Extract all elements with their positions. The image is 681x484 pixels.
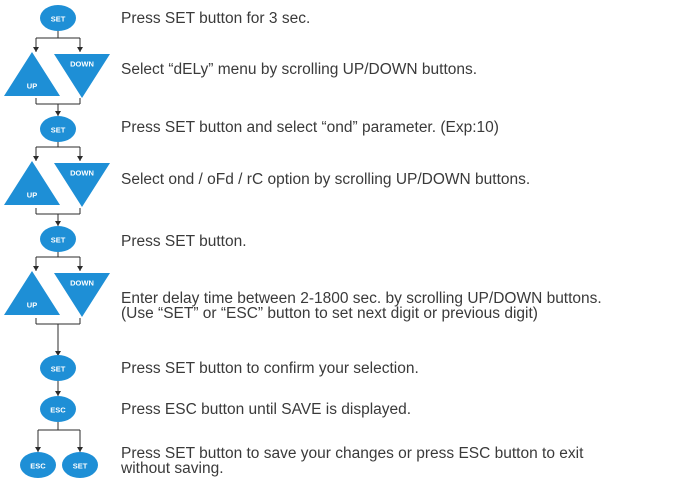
esc-button-label: ESC [50, 406, 66, 415]
arrowhead [77, 447, 83, 452]
step-1-text: Press SET button for 3 sec. [121, 10, 311, 27]
step-text-line: Press ESC button until SAVE is displayed… [121, 401, 412, 418]
step-text-line: (Use “SET” or “ESC” button to set next d… [121, 305, 538, 322]
arrowhead [35, 447, 41, 452]
step-text-line: Press SET button for 3 sec. [121, 10, 311, 27]
step-8-text: Press ESC button until SAVE is displayed… [121, 401, 412, 418]
step-4-text: Select ond / oFd / rC option by scrollin… [121, 171, 531, 188]
step-5-text: Press SET button. [121, 233, 247, 250]
step-9-text: Press SET button to save your changes or… [121, 445, 584, 477]
step-text-line: Select ond / oFd / rC option by scrollin… [121, 171, 531, 188]
arrowhead [77, 47, 83, 52]
set-button-label: SET [51, 126, 66, 135]
arrowhead [33, 266, 39, 271]
step-text-line: Press SET button to confirm your selecti… [121, 360, 419, 377]
arrowhead [77, 156, 83, 161]
set-button-label: SET [51, 15, 66, 24]
step-3-text: Press SET button and select “ond” parame… [121, 119, 499, 136]
step-2-text: Select “dELy” menu by scrolling UP/DOWN … [121, 61, 478, 78]
step-text-line: Press SET button and select “ond” parame… [121, 119, 499, 136]
up-button-label: UP [27, 191, 37, 200]
button-shapes: SET UP DOWN SET UP DOWN SET UP DOWN SET ESC ESC SET [4, 5, 110, 478]
arrowhead [77, 266, 83, 271]
down-button-label: DOWN [70, 60, 94, 69]
set-button-label: SET [51, 236, 66, 245]
up-button-label: UP [27, 82, 37, 91]
down-button-label: DOWN [70, 169, 94, 178]
down-button-label: DOWN [70, 279, 94, 288]
arrowhead [55, 111, 61, 116]
step-text-line: Press SET button to save your changes or… [121, 445, 584, 462]
step-text-line: without saving. [121, 460, 224, 477]
arrowhead [33, 47, 39, 52]
arrowhead [55, 221, 61, 226]
set-button-label: SET [51, 365, 66, 374]
step-text-line: Press SET button. [121, 233, 247, 250]
arrowhead [33, 156, 39, 161]
step-text-line: Select “dELy” menu by scrolling UP/DOWN … [121, 61, 478, 78]
up-button-label: UP [27, 301, 37, 310]
set-button-label: SET [73, 462, 88, 471]
step-7-text: Press SET button to confirm your selecti… [121, 360, 419, 377]
arrowhead [55, 391, 61, 396]
step-text-line: Enter delay time between 2-1800 sec. by … [121, 290, 602, 307]
step-6-text: Enter delay time between 2-1800 sec. by … [121, 290, 602, 322]
esc-button-label: ESC [30, 462, 46, 471]
